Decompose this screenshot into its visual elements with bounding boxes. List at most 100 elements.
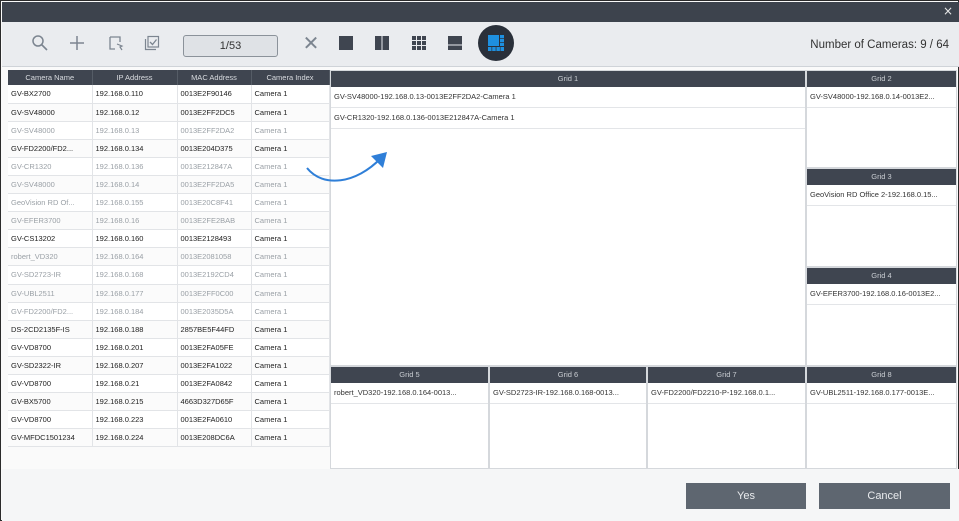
camera-name-cell: GV-BX5700 [8,392,93,412]
layout-1plus7-icon[interactable] [478,25,514,61]
mac-cell: 0013E2128493 [177,229,252,249]
grid-entry[interactable]: GV-EFER3700-192.168.0.16-0013E2... [807,284,956,305]
mac-cell: 0013E2FF2DA5 [177,175,252,195]
grid-entry[interactable]: GV-SV48000-192.168.0.14-0013E2... [807,87,956,108]
camera-name-cell: GV-VD8700 [8,374,93,394]
table-row[interactable]: GV-CR1320 192.168.0.136 0013E212847A Camera… [8,157,330,176]
ip-cell: 192.168.0.168 [92,265,178,285]
grid-cell-2[interactable]: Grid 2 GV-SV48000-192.168.0.14-0013E2... [806,70,957,168]
cancel-button[interactable]: Cancel [819,483,950,509]
table-row[interactable]: GV-CS13202 192.168.0.160 0013E2128493 Camer… [8,229,330,249]
ip-cell: 192.168.0.224 [92,428,178,448]
mac-cell: 0013E2FA05FE [177,338,252,357]
table-row[interactable]: DS-2CD2135F-IS 192.168.0.188 2857BE5F44FD C… [8,320,330,339]
layout-1x1-icon[interactable] [338,33,358,53]
table-row[interactable]: robert_VD320 192.168.0.164 0013E2081058 Cam… [8,247,330,267]
table-row[interactable]: GV-SD2723-IR 192.168.0.168 0013E2192CD4 Cam… [8,265,330,285]
grid-entry[interactable]: GV-CR1320-192.168.0.136-0013E212847A-Cam… [331,108,805,129]
ip-cell: 192.168.0.16 [92,211,178,231]
ip-cell: 192.168.0.155 [92,193,178,213]
column-header[interactable]: Camera Name [8,70,93,85]
ip-cell: 192.168.0.14 [92,175,178,195]
grid-cell-8[interactable]: Grid 8 GV-UBL2511-192.168.0.177-0013E... [806,366,957,469]
ip-cell: 192.168.0.188 [92,320,178,339]
mac-cell: 0013E2192CD4 [177,265,252,285]
table-row[interactable]: GV-FD2200/FD2... 192.168.0.134 0013E204D37… [8,139,330,158]
mac-cell: 0013E2FF2DA2 [177,121,252,140]
grid-cell-7[interactable]: Grid 7 GV-FD2200/FD2210-P-192.168.0.1... [647,366,806,469]
camera-name-cell: GV-UBL2511 [8,284,93,303]
grid-entry[interactable]: GV-SV48000-192.168.0.13-0013E2FF2DA2-Cam… [331,87,805,108]
mac-cell: 0013E212847A [177,157,252,176]
table-row[interactable]: GV-SV48000 192.168.0.13 0013E2FF2DA2 Camera… [8,121,330,140]
title-bar: × [2,2,959,22]
table-row[interactable]: GV-UBL2511 192.168.0.177 0013E2FF0C00 Camer… [8,284,330,303]
table-row[interactable]: GV-SD2322-IR 192.168.0.207 0013E2FA1022 Cam… [8,356,330,376]
grid-layout-area: Grid 1 GV-SV48000-192.168.0.13-0013E2FF2… [330,70,957,469]
grid-header: Grid 7 [648,367,805,383]
layout-3x3-icon[interactable] [411,33,431,53]
grid-entry[interactable]: GV-UBL2511-192.168.0.177-0013E... [807,383,956,404]
grid-cell-1[interactable]: Grid 1 GV-SV48000-192.168.0.13-0013E2FF2… [330,70,806,366]
page-indicator[interactable]: 1/53 [183,35,278,57]
grid-entry[interactable]: GV-FD2200/FD2210-P-192.168.0.1... [648,383,805,404]
index-cell: Camera 1 [251,392,330,412]
clear-icon[interactable]: ✕ [300,32,322,54]
add-icon[interactable] [66,32,88,54]
table-row[interactable]: GV-VD8700 192.168.0.201 0013E2FA05FE Camera… [8,338,330,357]
column-header[interactable]: IP Address [92,70,178,85]
table-row[interactable]: GV-FD2200/FD2... 192.168.0.184 0013E2035D5… [8,302,330,321]
mac-cell: 0013E2F90146 [177,85,252,104]
table-row[interactable]: GV-BX5700 192.168.0.215 4663D327D65F Camera… [8,392,330,412]
camera-name-cell: DS-2CD2135F-IS [8,320,93,339]
column-header[interactable]: MAC Address [177,70,252,85]
grid-entry[interactable]: GeoVision RD Office 2-192.168.0.15... [807,185,956,206]
table-row[interactable]: GV-VD8700 192.168.0.223 0013E2FA0610 Camera… [8,410,330,430]
layout-2x1-icon[interactable] [374,33,394,53]
table-row[interactable]: GV-EFER3700 192.168.0.16 0013E2FE2BAB Camer… [8,211,330,231]
layout-1plus2-icon[interactable] [447,33,467,53]
grid-entry[interactable]: GV-SD2723-IR-192.168.0.168-0013... [490,383,646,404]
camera-table: Camera Name IP Address MAC Address Camer… [8,70,330,448]
grid-entry[interactable]: robert_VD320-192.168.0.164-0013... [331,383,488,404]
index-cell: Camera 1 [251,320,330,339]
table-row[interactable]: GV-VD8700 192.168.0.21 0013E2FA0842 Camera … [8,374,330,394]
grid-header: Grid 3 [807,169,956,185]
camera-name-cell: robert_VD320 [8,247,93,267]
drag-arrow-icon [306,152,387,182]
search-icon[interactable] [29,32,51,54]
camera-name-cell: GV-SV48000 [8,121,93,140]
index-cell: Camera 1 [251,338,330,357]
mac-cell: 2857BE5F44FD [177,320,252,339]
grid-cell-6[interactable]: Grid 6 GV-SD2723-IR-192.168.0.168-0013..… [489,366,647,469]
ip-cell: 192.168.0.21 [92,374,178,394]
table-row[interactable]: GV-SV48000 192.168.0.14 0013E2FF2DA5 Camera… [8,175,330,195]
close-icon[interactable]: × [943,4,953,18]
ip-cell: 192.168.0.110 [92,85,178,104]
mac-cell: 0013E2FF2DC5 [177,103,252,122]
table-row[interactable]: GV-BX2700 192.168.0.110 0013E2F90146 Camera… [8,85,330,104]
select-all-icon[interactable] [141,32,163,54]
table-row[interactable]: GeoVision RD Of... 192.168.0.155 0013E20C8… [8,193,330,213]
ip-cell: 192.168.0.177 [92,284,178,303]
grid-cell-3[interactable]: Grid 3 GeoVision RD Office 2-192.168.0.1… [806,168,957,267]
mac-cell: 0013E2035D5A [177,302,252,321]
grid-cell-5[interactable]: Grid 5 robert_VD320-192.168.0.164-0013..… [330,366,489,469]
table-header-row: Camera Name IP Address MAC Address Camer… [8,70,330,85]
select-area-icon[interactable] [105,32,127,54]
index-cell: Camera 1 [251,428,330,448]
camera-name-cell: GV-FD2200/FD2... [8,302,93,321]
camera-name-cell: GV-VD8700 [8,410,93,430]
ip-cell: 192.168.0.201 [92,338,178,357]
grid-header: Grid 4 [807,268,956,284]
index-cell: Camera 1 [251,265,330,285]
index-cell: Camera 1 [251,302,330,321]
table-row[interactable]: GV-MFDC1501234 192.168.0.224 0013E208DC6A C… [8,428,330,448]
yes-button[interactable]: Yes [686,483,806,509]
camera-name-cell: GV-VD8700 [8,338,93,357]
grid-cell-4[interactable]: Grid 4 GV-EFER3700-192.168.0.16-0013E2..… [806,267,957,366]
index-cell: Camera 1 [251,211,330,231]
ip-cell: 192.168.0.136 [92,157,178,176]
column-header[interactable]: Camera Index [251,70,330,85]
table-row[interactable]: GV-SV48000 192.168.0.12 0013E2FF2DC5 Camera… [8,103,330,122]
